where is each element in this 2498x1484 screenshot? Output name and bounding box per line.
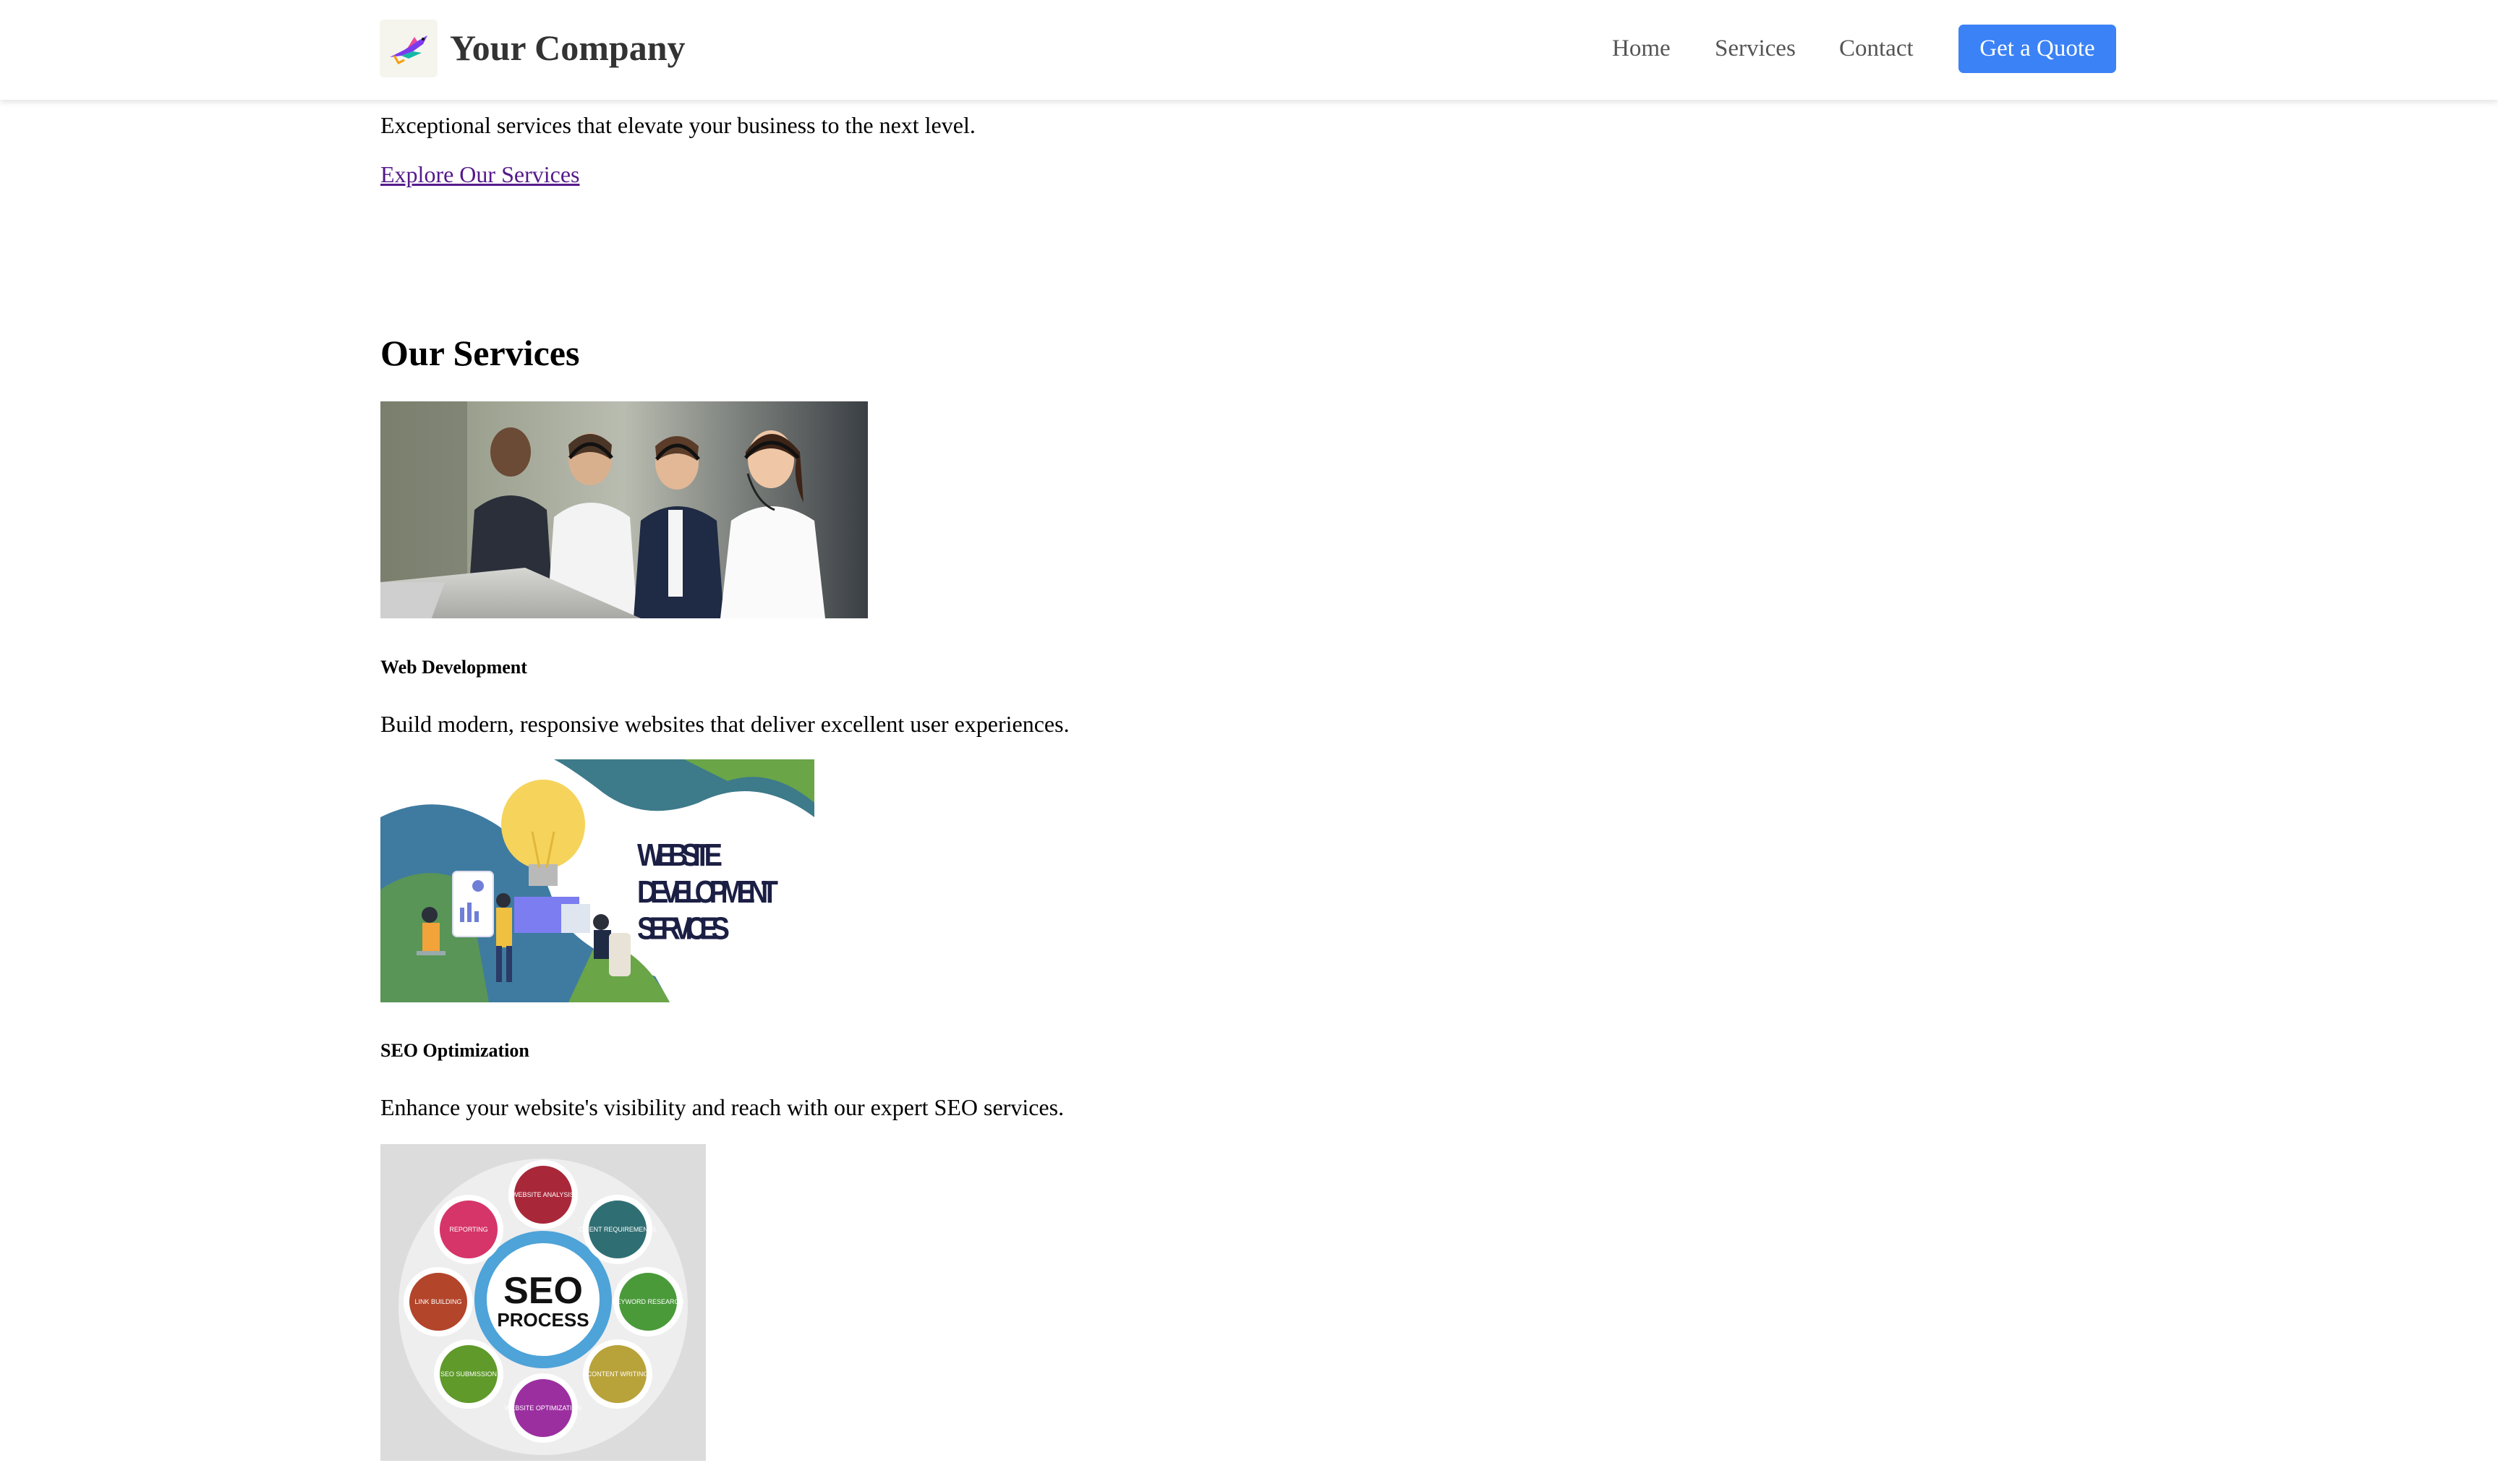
site-header: Your Company Home Services Contact Get a… (0, 0, 2498, 100)
get-quote-button[interactable]: Get a Quote (1958, 25, 2116, 73)
seo-segment-5: WEBSITE OPTIMIZATION (505, 1404, 581, 1412)
nav-contact-link[interactable]: Contact (1839, 32, 1914, 65)
banner-line-3: SERVICES (637, 911, 730, 946)
seo-process-diagram-image: SEO PROCESS WEBSITE ANALYSIS CLIENT REQU… (380, 1144, 706, 1461)
brand-name[interactable]: Your Company (450, 25, 686, 71)
seo-segment-2: CLIENT REQUIREMENTS (579, 1226, 657, 1233)
bird-logo-icon[interactable] (380, 20, 438, 77)
banner-line-2: DEVELOPMENT (637, 874, 778, 909)
website-development-banner-image: WEBSITE DEVELOPMENT SERVICES (380, 759, 814, 1002)
banner-line-1: WEBSITE (637, 837, 722, 873)
seo-segment-4: CONTENT WRITING (587, 1370, 649, 1378)
seo-segment-3: KEYWORD RESEARCH (612, 1298, 683, 1305)
seo-center-top: SEO (503, 1270, 583, 1312)
services-heading: Our Services (380, 333, 580, 373)
nav-home-link[interactable]: Home (1612, 32, 1671, 65)
call-center-team-photo (380, 401, 868, 618)
seo-segment-8: REPORTING (449, 1226, 487, 1233)
explore-services-link[interactable]: Explore Our Services (380, 158, 579, 190)
seo-segment-6: SEO SUBMISSION (440, 1370, 497, 1378)
hero-tagline: Exceptional services that elevate your b… (380, 112, 976, 138)
seo-center-bottom: PROCESS (497, 1309, 589, 1331)
seo-segment-1: WEBSITE ANALYSIS (512, 1191, 574, 1198)
nav-services-link[interactable]: Services (1715, 32, 1796, 65)
seo-segment-7: LINK BUILDING (414, 1298, 461, 1305)
service-description-seo-optimization: Enhance your website's visibility and re… (380, 1094, 1065, 1120)
service-description-web-development: Build modern, responsive websites that d… (380, 711, 1070, 737)
service-title-web-development: Web Development (380, 657, 527, 678)
service-title-seo-optimization: SEO Optimization (380, 1040, 529, 1061)
